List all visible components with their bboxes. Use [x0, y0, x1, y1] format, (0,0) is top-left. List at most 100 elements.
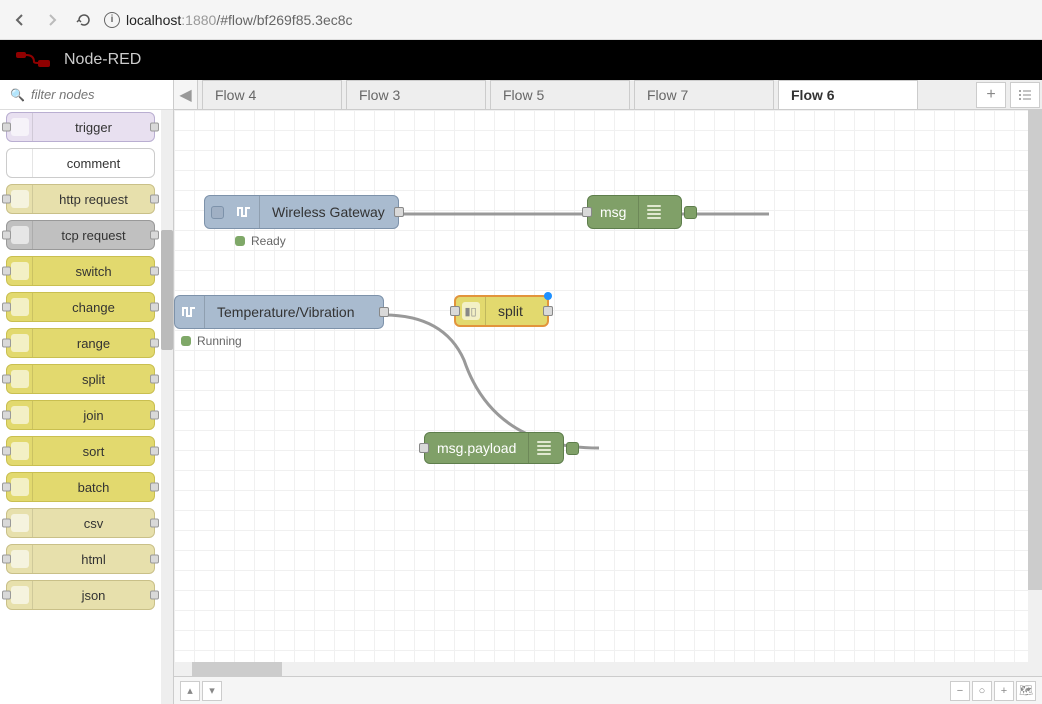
port	[150, 195, 159, 204]
tab-flow-5[interactable]: Flow 5	[490, 80, 630, 109]
debug-toggle[interactable]	[566, 442, 579, 455]
port	[150, 231, 159, 240]
tab-scroll-left[interactable]: ◀	[174, 80, 198, 109]
tab-flow-3[interactable]: Flow 3	[346, 80, 486, 109]
palette-node-trigger[interactable]: trigger	[6, 112, 155, 142]
palette-node-label: split	[33, 372, 154, 387]
debug-icon	[638, 196, 668, 228]
search-icon: 🔍	[10, 88, 25, 102]
palette-node-csv[interactable]: csv	[6, 508, 155, 538]
node-label: msg.payload	[425, 440, 528, 456]
port	[2, 447, 11, 456]
palette-node-switch[interactable]: switch	[6, 256, 155, 286]
port	[150, 303, 159, 312]
tab-flow-6[interactable]: Flow 6	[778, 80, 918, 109]
palette-node-label: trigger	[33, 120, 154, 135]
port	[150, 483, 159, 492]
input-port[interactable]	[450, 306, 460, 316]
input-port[interactable]	[419, 443, 429, 453]
palette-node-join[interactable]: join	[6, 400, 155, 430]
port	[2, 267, 11, 276]
palette-node-tcp-request[interactable]: tcp request	[6, 220, 155, 250]
palette-node-range[interactable]: range	[6, 328, 155, 358]
collapse-up-button[interactable]: ▴	[180, 681, 200, 701]
flow-icon	[230, 196, 260, 228]
reload-button[interactable]	[72, 8, 96, 32]
status-dot	[181, 336, 191, 346]
palette-node-http-request[interactable]: http request	[6, 184, 155, 214]
palette-node-label: change	[33, 300, 154, 315]
back-button[interactable]	[8, 8, 32, 32]
input-port[interactable]	[582, 207, 592, 217]
port	[2, 555, 11, 564]
palette-node-split[interactable]: split	[6, 364, 155, 394]
palette-node-batch[interactable]: batch	[6, 472, 155, 502]
zoom-in-button[interactable]: +	[994, 681, 1014, 701]
tab-flow-7[interactable]: Flow 7	[634, 80, 774, 109]
port	[150, 267, 159, 276]
canvas-scrollbar-horizontal[interactable]	[174, 662, 1042, 676]
collapse-down-button[interactable]: ▾	[202, 681, 222, 701]
port	[2, 303, 11, 312]
port	[150, 591, 159, 600]
palette-node-label: csv	[33, 516, 154, 531]
port	[150, 555, 159, 564]
canvas-node-msg-payload[interactable]: msg.payload	[424, 432, 564, 464]
palette-node-sort[interactable]: sort	[6, 436, 155, 466]
palette-node-comment[interactable]: comment	[6, 148, 155, 178]
palette-node-json[interactable]: json	[6, 580, 155, 610]
palette-node-label: sort	[33, 444, 154, 459]
node-label: Wireless Gateway	[260, 204, 397, 220]
list-flows-button[interactable]	[1010, 82, 1040, 108]
palette-node-label: comment	[33, 156, 154, 171]
inject-button[interactable]	[211, 206, 224, 219]
port	[2, 339, 11, 348]
node-red-logo-icon	[16, 50, 52, 70]
port	[2, 483, 11, 492]
url-bar[interactable]: i localhost:1880/#flow/bf269f85.3ec8c	[104, 12, 1034, 28]
forward-button[interactable]	[40, 8, 64, 32]
navigator-button[interactable]: 🗺	[1016, 681, 1036, 701]
split-icon: ▮▯	[456, 297, 486, 325]
canvas-scrollbar-vertical[interactable]	[1028, 110, 1042, 676]
port	[2, 231, 11, 240]
tab-flow-4[interactable]: Flow 4	[202, 80, 342, 109]
palette-node-change[interactable]: change	[6, 292, 155, 322]
flow-canvas[interactable]: Wireless Gateway Ready msg Temperature/V	[174, 110, 1042, 676]
palette-node-label: tcp request	[33, 228, 154, 243]
output-port[interactable]	[394, 207, 404, 217]
output-port[interactable]	[379, 307, 389, 317]
port	[2, 591, 11, 600]
output-port[interactable]	[543, 306, 553, 316]
add-flow-button[interactable]: +	[976, 82, 1006, 108]
status-text: Running	[197, 334, 242, 348]
canvas-node-split[interactable]: ▮▯ split	[454, 295, 549, 327]
port	[2, 375, 11, 384]
canvas-node-msg[interactable]: msg	[587, 195, 682, 229]
node-label: split	[486, 303, 535, 319]
palette-node-label: http request	[33, 192, 154, 207]
status-text: Ready	[251, 234, 286, 248]
filter-nodes-input[interactable]	[31, 87, 163, 102]
port	[150, 339, 159, 348]
port	[150, 519, 159, 528]
palette-scrollbar[interactable]	[161, 110, 173, 704]
canvas-node-wireless-gateway[interactable]: Wireless Gateway Ready	[204, 195, 399, 229]
status-dot	[235, 236, 245, 246]
app-header: Node-RED	[0, 40, 1042, 80]
palette-node-label: html	[33, 552, 154, 567]
changed-indicator	[544, 292, 552, 300]
palette-node-label: switch	[33, 264, 154, 279]
palette-node-html[interactable]: html	[6, 544, 155, 574]
canvas-node-temperature-vibration[interactable]: Temperature/Vibration Running	[174, 295, 384, 329]
debug-icon	[528, 433, 558, 463]
palette-node-label: batch	[33, 480, 154, 495]
app-title: Node-RED	[64, 51, 141, 69]
url-host: localhost	[126, 12, 181, 28]
url-port: :1880	[181, 12, 216, 28]
node-label: msg	[588, 204, 638, 220]
port	[2, 195, 11, 204]
debug-toggle[interactable]	[684, 206, 697, 219]
zoom-reset-button[interactable]: ○	[972, 681, 992, 701]
zoom-out-button[interactable]: −	[950, 681, 970, 701]
